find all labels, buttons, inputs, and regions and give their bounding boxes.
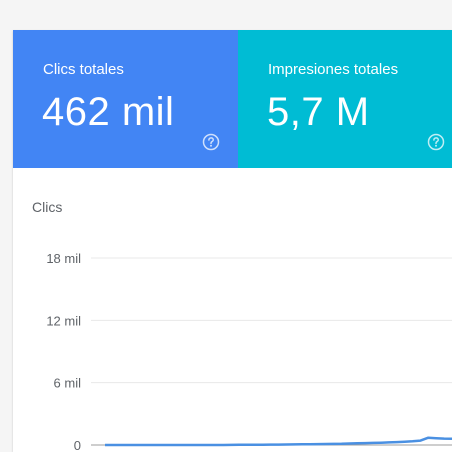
performance-panel: Clics totales 462 mil Impresiones totale…: [13, 30, 452, 452]
y-tick-label: 12 mil: [46, 313, 81, 328]
clicks-line-chart: 0 6 mil 12 mil 18 mil: [46, 251, 452, 452]
help-icon[interactable]: [202, 133, 220, 151]
total-clicks-label: Clics totales: [43, 61, 124, 78]
clicks-series-line: [105, 436, 452, 447]
total-impressions-value: 5,7 M: [267, 90, 370, 134]
clicks-chart: Clics 06 mil 12 mil 18 mil: [13, 168, 452, 452]
y-tick-label: 6 mil: [54, 376, 82, 391]
total-clicks-value: 462 mil: [42, 90, 175, 134]
help-icon[interactable]: [427, 133, 445, 151]
metric-cards: Clics totales 462 mil Impresiones totale…: [13, 30, 452, 168]
total-impressions-card[interactable]: Impresiones totales 5,7 M: [238, 30, 452, 168]
total-clicks-card[interactable]: Clics totales 462 mil: [13, 30, 238, 168]
y-tick-label: 18 mil: [46, 251, 81, 266]
y-tick-label: 0: [74, 438, 81, 452]
total-impressions-label: Impresiones totales: [268, 61, 399, 78]
